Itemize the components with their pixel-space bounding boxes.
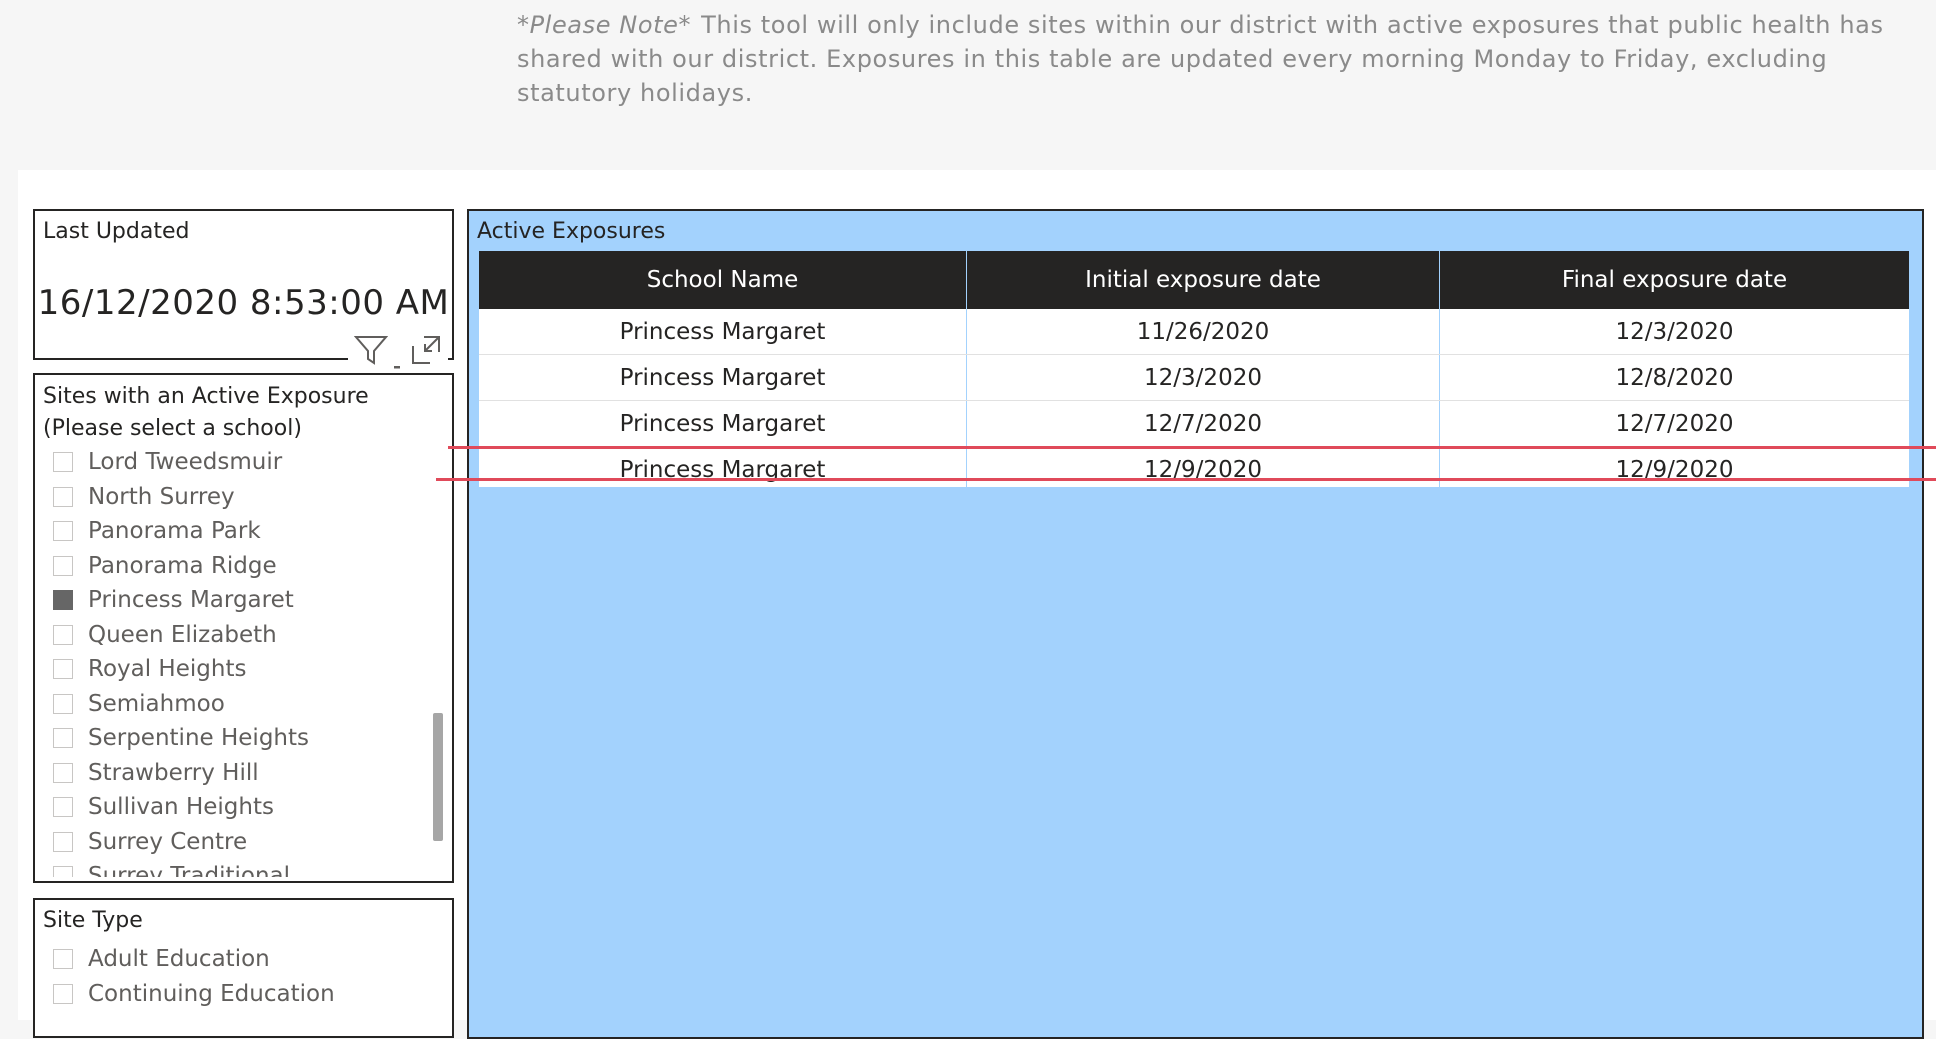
sites-slicer-item[interactable]: Surrey Centre — [53, 825, 413, 860]
exposures-table: School Name Initial exposure date Final … — [479, 251, 1909, 487]
sites-slicer-item[interactable]: Semiahmoo — [53, 687, 413, 722]
note-text: This tool will only include sites within… — [517, 11, 1884, 107]
table-row[interactable]: Princess Margaret 12/3/2020 12/8/2020 — [479, 355, 1909, 401]
last-updated-value: 16/12/2020 8:53:00 AM — [37, 283, 450, 323]
sites-slicer-item-label: Panorama Ridge — [88, 552, 277, 579]
checkbox[interactable] — [53, 693, 73, 714]
sites-slicer-scrollbar[interactable] — [433, 713, 443, 841]
sites-slicer-item[interactable]: Surrey Traditional — [53, 859, 413, 877]
column-header-final-date[interactable]: Final exposure date — [1440, 251, 1909, 309]
sites-slicer-item[interactable]: Panorama Ridge — [53, 549, 413, 584]
checkbox[interactable] — [53, 866, 73, 877]
sites-slicer-item[interactable]: Strawberry Hill — [53, 756, 413, 791]
active-exposures-panel: Active Exposures School Name Initial exp… — [467, 209, 1924, 1039]
checkbox[interactable] — [53, 831, 73, 852]
sites-slicer-item-label: Surrey Traditional — [88, 863, 291, 877]
checkbox[interactable] — [53, 624, 73, 645]
cell-final-date: 12/7/2020 — [1615, 410, 1734, 437]
sites-slicer: Sites with an Active Exposure (Please se… — [33, 373, 454, 883]
column-header-initial-date[interactable]: Initial exposure date — [967, 251, 1440, 309]
sites-slicer-item[interactable]: Lord Tweedsmuir — [53, 445, 413, 480]
sites-slicer-item-label: Lord Tweedsmuir — [88, 449, 283, 476]
sites-slicer-title-line2: (Please select a school) — [43, 416, 302, 441]
checkbox[interactable] — [53, 949, 73, 970]
cell-school-name: Princess Margaret — [479, 401, 967, 446]
site-type-item[interactable]: Continuing Education — [53, 977, 413, 1012]
sites-slicer-item[interactable]: Serpentine Heights — [53, 721, 413, 756]
sites-slicer-title-line1: Sites with an Active Exposure — [43, 384, 369, 409]
disclaimer-note: *Please Note* This tool will only include… — [517, 8, 1897, 110]
cell-final-date: 12/8/2020 — [1615, 364, 1734, 391]
table-header: School Name Initial exposure date Final … — [479, 251, 1909, 309]
sites-slicer-item[interactable]: Royal Heights — [53, 652, 413, 687]
checkbox[interactable] — [53, 797, 73, 818]
cell-final-date: 12/9/2020 — [1615, 456, 1734, 483]
sites-slicer-item-label: Serpentine Heights — [88, 725, 309, 752]
sites-slicer-item[interactable]: Panorama Park — [53, 514, 413, 549]
cell-school-name: Princess Margaret — [479, 309, 967, 354]
checkbox[interactable] — [53, 728, 73, 749]
annotation-line-top — [448, 446, 1936, 449]
sites-slicer-item-label: Semiahmoo — [88, 690, 225, 717]
checkbox[interactable] — [53, 521, 73, 542]
focus-mode-icon[interactable] — [410, 334, 442, 370]
sites-slicer-item[interactable]: North Surrey — [53, 480, 413, 515]
column-header-school-name[interactable]: School Name — [479, 251, 967, 309]
sites-slicer-item-label: Panorama Park — [88, 518, 261, 545]
note-emphasis: *Please Note* — [517, 11, 692, 39]
sites-slicer-item[interactable]: Princess Margaret — [53, 583, 413, 618]
cell-initial-date: 12/9/2020 — [967, 447, 1440, 487]
sites-slicer-item-label: North Surrey — [88, 483, 235, 510]
table-row[interactable]: Princess Margaret 12/7/2020 12/7/2020 — [479, 401, 1909, 447]
sites-slicer-item-label: Surrey Centre — [88, 828, 248, 855]
checkbox[interactable] — [53, 762, 73, 783]
cell-final-date: 12/3/2020 — [1615, 318, 1734, 345]
site-type-item-label: Continuing Education — [88, 980, 335, 1007]
last-updated-title: Last Updated — [43, 219, 190, 244]
cell-school-name: Princess Margaret — [479, 447, 967, 487]
sites-slicer-title: Sites with an Active Exposure (Please se… — [43, 381, 369, 445]
sites-slicer-item-label: Strawberry Hill — [88, 759, 259, 786]
table-row[interactable]: Princess Margaret 11/26/2020 12/3/2020 — [479, 309, 1909, 355]
site-type-item[interactable]: Adult Education — [53, 942, 413, 977]
active-exposures-title: Active Exposures — [477, 219, 666, 244]
sites-slicer-list: Lord Tweedsmuir North Surrey Panorama Park… — [53, 445, 413, 877]
sites-slicer-item-label: Queen Elizabeth — [88, 621, 277, 648]
cell-initial-date: 11/26/2020 — [967, 309, 1440, 354]
cell-initial-date: 12/7/2020 — [967, 401, 1440, 446]
checkbox[interactable] — [53, 555, 73, 576]
site-type-list: Adult Education Continuing Education — [53, 942, 413, 1036]
visual-header — [348, 331, 448, 369]
site-type-title: Site Type — [43, 908, 143, 933]
cell-school-name: Princess Margaret — [479, 355, 967, 400]
sites-slicer-item-label: Princess Margaret — [88, 587, 294, 614]
checkbox[interactable] — [53, 590, 73, 611]
annotation-line-bottom — [436, 478, 1936, 481]
checkbox[interactable] — [53, 486, 73, 507]
sites-slicer-item-label: Royal Heights — [88, 656, 247, 683]
sites-slicer-item-label: Sullivan Heights — [88, 794, 274, 821]
table-body: Princess Margaret 11/26/2020 12/3/2020 Prin… — [479, 309, 1909, 487]
site-type-slicer: Site Type Adult Education Continuing Educ… — [33, 898, 454, 1038]
checkbox[interactable] — [53, 659, 73, 680]
site-type-item-label: Adult Education — [88, 946, 270, 973]
cell-initial-date: 12/3/2020 — [967, 355, 1440, 400]
table-row[interactable]: Princess Margaret 12/9/2020 12/9/2020 — [479, 447, 1909, 487]
sites-slicer-item[interactable]: Queen Elizabeth — [53, 618, 413, 653]
filter-icon[interactable] — [353, 334, 389, 370]
checkbox[interactable] — [53, 983, 73, 1004]
sites-slicer-item[interactable]: Sullivan Heights — [53, 790, 413, 825]
checkbox[interactable] — [53, 452, 73, 473]
